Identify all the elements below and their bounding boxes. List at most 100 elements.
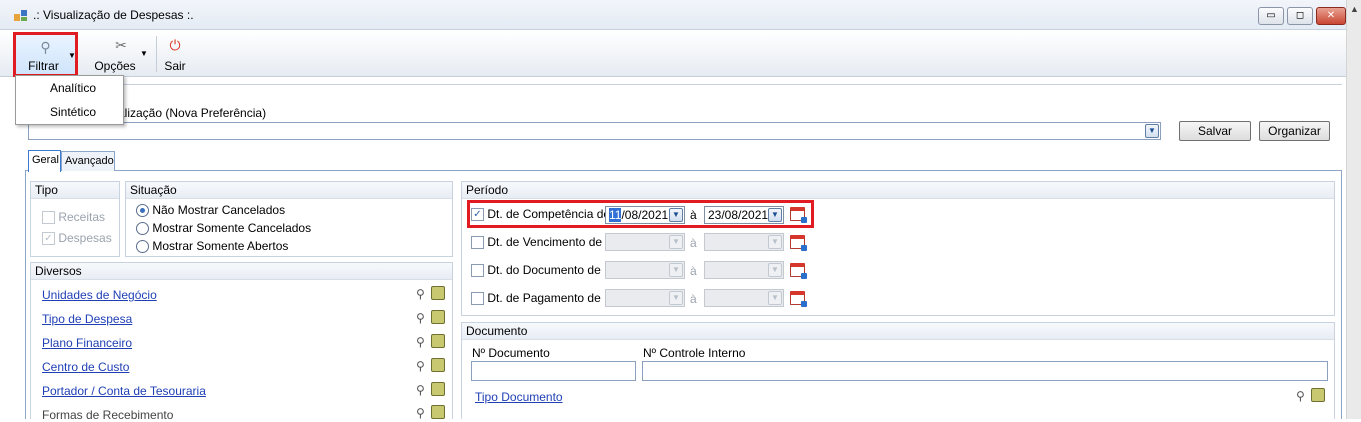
radio-icon[interactable] [136, 204, 149, 218]
radio-nao-mostrar-cancelados[interactable]: Não Mostrar Cancelados [136, 203, 286, 218]
calendar-icon[interactable] [790, 263, 807, 279]
clear-icon[interactable] [431, 405, 445, 419]
list-item-portador[interactable]: Portador / Conta de Tesouraria [42, 384, 206, 398]
dropdown-arrow-icon[interactable]: ▼ [140, 49, 148, 58]
controle-interno-input[interactable] [642, 361, 1328, 381]
calendar-icon[interactable] [790, 235, 807, 251]
menu-item-analitico[interactable]: Analítico [50, 81, 96, 95]
tipo-documento-link[interactable]: Tipo Documento [475, 390, 563, 404]
clear-icon[interactable] [431, 382, 445, 396]
window-title: .: Visualização de Despesas :. [33, 8, 194, 22]
situacao-group: Situação Não Mostrar Cancelados Mostrar … [125, 181, 453, 257]
chevron-down-icon[interactable]: ▼ [768, 235, 782, 249]
menu-item-sintetico[interactable]: Sintético [50, 105, 96, 119]
despesas-checkbox[interactable]: ✓ Despesas [42, 231, 112, 246]
organizar-button[interactable]: Organizar [1259, 121, 1330, 141]
radio-label: Não Mostrar Cancelados [152, 203, 286, 217]
close-button[interactable]: ✕ [1316, 7, 1346, 25]
clear-icon[interactable] [431, 358, 445, 372]
preferences-header [15, 84, 1342, 98]
sair-label: Sair [164, 59, 186, 73]
situacao-title: Situação [126, 182, 452, 199]
search-icon[interactable]: ⚲ [416, 335, 425, 349]
list-item-centro-custo[interactable]: Centro de Custo [42, 360, 129, 374]
chevron-down-icon[interactable]: ▼ [669, 291, 683, 305]
check-icon[interactable]: ✓ [471, 208, 484, 222]
app-icon [14, 10, 27, 21]
maximize-button[interactable]: ◻ [1287, 7, 1313, 25]
chevron-down-icon[interactable]: ▼ [669, 263, 683, 277]
calendar-icon[interactable] [790, 207, 807, 223]
list-item-tipo-despesa[interactable]: Tipo de Despesa [42, 312, 132, 326]
vencimento-to-date[interactable]: ▼ [704, 233, 784, 251]
chevron-down-icon[interactable]: ▼ [768, 291, 782, 305]
pagamento-from-date[interactable]: ▼ [605, 289, 685, 307]
sair-button[interactable]: ⏻ Sair [160, 33, 190, 75]
toolbar-separator [156, 36, 157, 72]
radio-mostrar-somente-abertos[interactable]: Mostrar Somente Abertos [136, 239, 289, 254]
documento-to-date[interactable]: ▼ [704, 261, 784, 279]
checkbox-icon[interactable] [471, 236, 484, 250]
controle-interno-label: Nº Controle Interno [643, 346, 746, 360]
search-icon[interactable]: ⚲ [1296, 389, 1305, 403]
vencimento-checkbox[interactable]: Dt. de Vencimento de [471, 235, 602, 250]
checkbox-icon[interactable] [471, 264, 484, 278]
list-item-plano-financeiro[interactable]: Plano Financeiro [42, 336, 132, 350]
documento-from-date[interactable]: ▼ [605, 261, 685, 279]
tipo-title: Tipo [31, 182, 119, 199]
minimize-button[interactable]: ▭ [1258, 7, 1284, 25]
checkbox-icon[interactable] [471, 292, 484, 306]
documento-date-label: Dt. do Documento de [487, 263, 601, 277]
separator-a: à [690, 264, 697, 278]
radio-icon[interactable] [136, 240, 149, 254]
pagamento-checkbox[interactable]: Dt. de Pagamento de [471, 291, 601, 306]
num-documento-input[interactable] [471, 361, 636, 381]
calendar-icon[interactable] [790, 291, 807, 307]
list-item-formas-recebimento[interactable]: Formas de Recebimento [42, 408, 173, 422]
checkbox-icon[interactable] [42, 211, 55, 225]
tab-avancado[interactable]: Avançado [61, 151, 115, 171]
pagamento-label: Dt. de Pagamento de [487, 291, 601, 305]
dropdown-arrow-icon[interactable]: ▼ [68, 51, 76, 60]
chevron-down-icon[interactable]: ▼ [669, 208, 683, 222]
salvar-button[interactable]: Salvar [1179, 121, 1251, 141]
clear-icon[interactable] [431, 334, 445, 348]
check-icon[interactable]: ✓ [42, 232, 55, 246]
filtrar-button[interactable]: ⚲ Filtrar ▼ [13, 32, 78, 77]
clear-icon[interactable] [431, 286, 445, 300]
periodo-title: Período [462, 182, 1334, 199]
radio-mostrar-somente-cancelados[interactable]: Mostrar Somente Cancelados [136, 221, 312, 236]
chevron-down-icon[interactable]: ▼ [768, 263, 782, 277]
chevron-down-icon[interactable]: ▼ [768, 208, 782, 222]
radio-icon[interactable] [136, 222, 149, 236]
radio-label: Mostrar Somente Cancelados [152, 221, 312, 235]
window-title-bar: .: Visualização de Despesas :. ▭ ◻ ✕ [0, 0, 1361, 30]
separator-a: à [690, 208, 697, 222]
competencia-from-date[interactable]: 11/08/2021 ▼ [605, 206, 685, 224]
search-icon[interactable]: ⚲ [416, 406, 425, 420]
receitas-checkbox[interactable]: Receitas [42, 210, 105, 225]
opcoes-button[interactable]: ✂ Opções ▼ [90, 33, 152, 75]
diversos-title: Diversos [31, 263, 452, 280]
pagamento-to-date[interactable]: ▼ [704, 289, 784, 307]
scroll-up-icon[interactable]: ▲ [1350, 4, 1359, 14]
search-icon[interactable]: ⚲ [416, 383, 425, 397]
vencimento-from-date[interactable]: ▼ [605, 233, 685, 251]
search-icon: ⚲ [40, 39, 51, 55]
clear-icon[interactable] [1311, 388, 1325, 402]
chevron-down-icon[interactable]: ▼ [1145, 124, 1159, 138]
list-item-unidades-negocio[interactable]: Unidades de Negócio [42, 288, 157, 302]
radio-label: Mostrar Somente Abertos [152, 239, 289, 253]
search-icon[interactable]: ⚲ [416, 311, 425, 325]
vertical-scrollbar[interactable]: ▲ [1346, 0, 1361, 419]
chevron-down-icon[interactable]: ▼ [669, 235, 683, 249]
tab-geral[interactable]: Geral [28, 150, 61, 172]
search-icon[interactable]: ⚲ [416, 287, 425, 301]
search-icon[interactable]: ⚲ [416, 359, 425, 373]
competencia-to-date[interactable]: 23/08/2021 ▼ [704, 206, 784, 224]
documento-date-checkbox[interactable]: Dt. do Documento de [471, 263, 601, 278]
preference-combo[interactable]: ▼ [28, 122, 1161, 140]
competencia-checkbox[interactable]: ✓ Dt. de Competência de [471, 207, 610, 222]
clear-icon[interactable] [431, 310, 445, 324]
filtrar-dropdown-menu: Analítico Sintético [15, 75, 124, 125]
